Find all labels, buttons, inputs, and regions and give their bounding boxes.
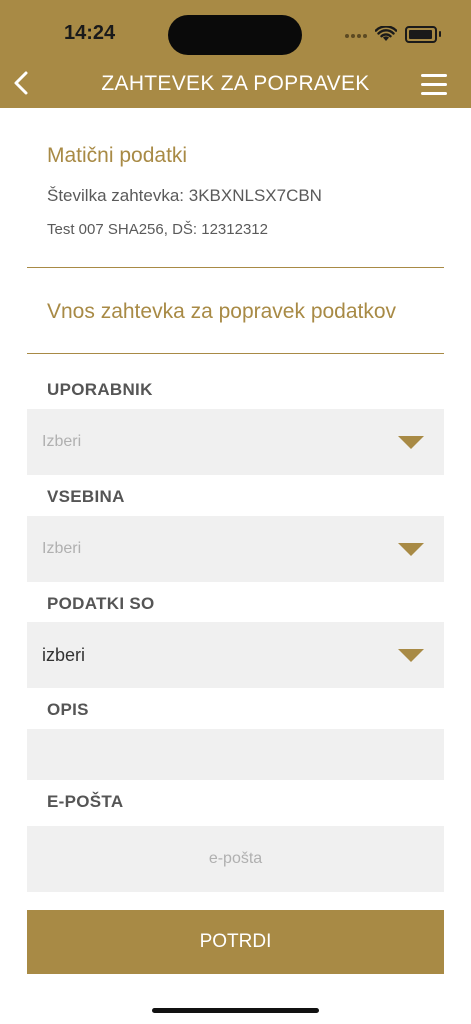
- page-title: ZAHTEVEK ZA POPRAVEK: [101, 72, 370, 95]
- hamburger-menu-button[interactable]: [421, 74, 447, 95]
- dropdown-caret-icon: [398, 436, 424, 449]
- data-are-select-value: izberi: [42, 645, 86, 665]
- user-select-placeholder: Izberi: [42, 433, 82, 450]
- data-are-select[interactable]: izberi: [27, 622, 444, 688]
- chevron-left-icon: [14, 71, 28, 95]
- divider: [27, 353, 444, 354]
- divider: [27, 267, 444, 268]
- battery-tip: [439, 31, 441, 37]
- content-select-placeholder: Izberi: [42, 540, 82, 557]
- request-number: Številka zahtevka: 3KBXNLSX7CBN: [47, 186, 322, 205]
- dynamic-island: [168, 15, 302, 55]
- description-label: OPIS: [47, 700, 89, 719]
- dropdown-caret-icon: [398, 649, 424, 662]
- home-indicator: [152, 1008, 319, 1013]
- menu-icon-bar: [421, 83, 447, 86]
- description-input[interactable]: [27, 729, 444, 780]
- battery-icon: [405, 25, 437, 43]
- data-are-label: PODATKI SO: [47, 594, 155, 613]
- email-placeholder: e-pošta: [208, 850, 263, 867]
- dropdown-caret-icon: [398, 543, 424, 556]
- content-select[interactable]: Izberi: [27, 516, 444, 582]
- menu-icon-bar: [421, 74, 447, 77]
- user-label: UPORABNIK: [47, 380, 153, 399]
- back-button[interactable]: [10, 68, 34, 98]
- basic-data-title: Matični podatki: [47, 144, 188, 167]
- submit-button[interactable]: POTRDI: [27, 910, 444, 974]
- status-time: 14:24: [64, 22, 116, 44]
- wifi-icon: [375, 26, 397, 41]
- form-title: Vnos zahtevka za popravek podatkov: [47, 300, 397, 323]
- user-select[interactable]: Izberi: [27, 409, 444, 475]
- email-label: E-POŠTA: [47, 792, 124, 811]
- content-label: VSEBINA: [47, 487, 125, 506]
- email-input[interactable]: e-pošta: [27, 826, 444, 892]
- app-header: 14:24 ZAHTEVEK ZA POPRAVEK: [0, 0, 471, 108]
- menu-icon-bar: [421, 92, 447, 95]
- cellular-signal-icon: [343, 25, 367, 43]
- status-icons: [343, 22, 441, 46]
- request-details: Test 007 SHA256, DŠ: 12312312: [47, 221, 268, 238]
